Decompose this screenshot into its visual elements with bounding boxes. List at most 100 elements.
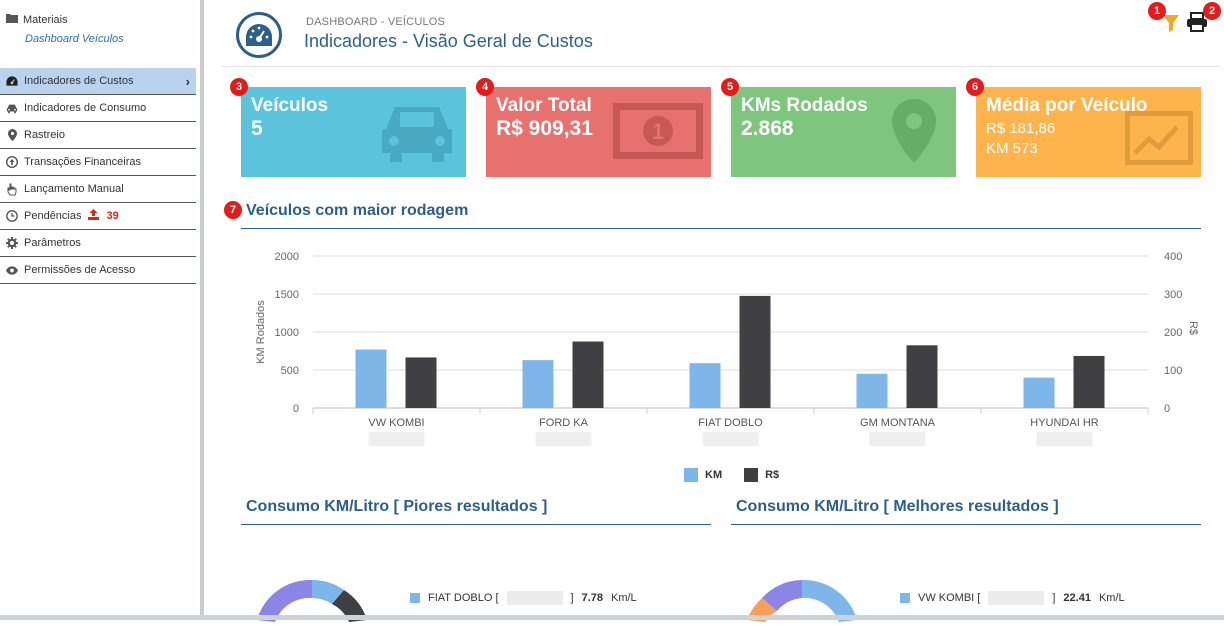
consumo-piores-list: FIAT DOBLO [ ] 7.78 Km/L [410,588,637,608]
card-kms-rodados[interactable]: KMs Rodados 2.868 [731,87,956,177]
sidebar-sub-link[interactable]: Dashboard Veículos [25,33,124,45]
breadcrumb: DASHBOARD - VEÍCULOS [306,16,446,28]
sidebar-item-label: Transações Financeiras [24,156,141,168]
sidebar-top-crumb[interactable]: Materiais [6,13,68,26]
card-value: R$ 909,31 [496,117,593,140]
redacted-plate [1036,432,1093,446]
y-tick-label: 2000 [275,251,299,263]
annotation-badge: 6 [966,78,984,96]
y-tick-label: 1000 [275,327,299,339]
y2-tick-label: 200 [1164,327,1182,339]
card-media-veiculo[interactable]: Média por Veículo R$ 181,86 KM 573 [976,87,1201,177]
x-tick-label: HYUNDAI HR [1030,417,1099,429]
section-divider [241,524,711,525]
sidebar-item-label: Pendências [24,210,82,222]
y2-axis-label: R$ [1187,321,1199,335]
eye-icon [6,264,18,276]
bar-km [355,349,387,408]
annotation-badge: 5 [721,78,739,96]
header-divider [222,66,1220,67]
redacted-plate [869,432,926,446]
legend-item-km[interactable]: KM [684,468,722,482]
bar-rs [1073,355,1105,408]
consumo-value: 22.41 [1063,592,1091,604]
card-value: 2.868 [741,117,794,140]
card-title: Veículos [251,95,329,116]
bar-rs [906,345,938,408]
y2-tick-label: 100 [1164,365,1182,377]
x-tick-label: VW KOMBI [368,417,424,429]
sidebar-item-parametros[interactable]: Parâmetros [0,230,196,257]
bar-km [856,373,888,408]
consumo-unit: Km/L [610,592,637,604]
vehicle-label: FIAT DOBLO [ [428,592,499,604]
sidebar-item-pendencias[interactable]: Pendências 39 [0,203,196,230]
bar-rs [572,341,604,408]
card-title: Média por Veículo [986,95,1148,116]
card-line-km: KM 573 [986,140,1038,157]
legend-swatch [684,468,698,482]
redacted-plate [506,591,563,605]
sidebar-item-label: Rastreio [24,129,65,141]
card-veiculos[interactable]: Veículos 5 [241,87,466,177]
hand-pointer-icon [6,183,18,195]
legend-item-rs[interactable]: R$ [744,468,779,482]
card-title: Valor Total [496,95,592,116]
bar-rs [739,295,771,408]
legend-label: KM [705,469,723,481]
annotation-badge: 2 [1203,2,1221,20]
bracket-close: ] [570,592,574,604]
legend-swatch [410,593,420,603]
bar-km [1023,377,1055,408]
section-title-piores: Consumo KM/Litro [ Piores resultados ] [246,498,548,515]
annotation-badge: 4 [476,78,494,96]
sidebar-splitter[interactable] [200,0,204,620]
list-item[interactable]: FIAT DOBLO [ ] 7.78 Km/L [410,588,637,608]
list-item[interactable]: VW KOMBI [ ] 22.41 Km/L [900,588,1125,608]
consumo-value: 7.78 [581,592,603,604]
sidebar-item-label: Indicadores de Consumo [24,102,147,114]
y2-tick-label: 300 [1164,289,1182,301]
upload-alert-icon [87,209,99,223]
pendencias-count: 39 [106,210,119,222]
card-value: 5 [251,117,263,140]
circle-arrow-icon [6,156,18,168]
x-tick-label: FORD KA [539,417,589,429]
bar-rs [405,357,437,408]
y-tick-label: 1500 [275,289,299,301]
card-title: KMs Rodados [741,95,868,116]
sidebar-item-label: Permissões de Acesso [24,264,136,276]
annotation-badge: 7 [224,201,242,219]
sidebar-item-lancamento[interactable]: Lançamento Manual [0,176,196,203]
bar-chart-svg: 0 500 1000 1500 2000 0 100 200 300 400 KM Rodados R… [255,251,1199,446]
car-icon [6,102,18,114]
page-title: Indicadores - Visão Geral de Custos [304,31,593,51]
y-tick-label: 0 [293,403,299,415]
sidebar-item-label: Indicadores de Custos [24,75,134,87]
legend-label: R$ [765,469,780,481]
horizontal-scrollbar[interactable] [0,615,1224,620]
chevron-right-icon: › [185,73,190,89]
y-axis-label: KM Rodados [255,300,267,364]
bar-km [689,363,721,408]
sidebar-item-rastreio[interactable]: Rastreio [0,122,196,149]
sidebar-item-indicadores-consumo[interactable]: Indicadores de Consumo [0,95,196,122]
sidebar-item-permissoes[interactable]: Permissões de Acesso [0,257,196,284]
y-tick-label: 500 [281,365,299,377]
sidebar-item-transacoes[interactable]: Transações Financeiras [0,149,196,176]
dashboard-icon [6,75,18,87]
consumo-unit: Km/L [1098,592,1125,604]
card-valor-total[interactable]: Valor Total R$ 909,31 1 [486,87,711,177]
y2-tick-label: 400 [1164,251,1182,263]
x-tick-label: FIAT DOBLO [698,417,763,429]
sidebar-top-label: Materiais [23,13,68,26]
legend-swatch [900,593,910,603]
sidebar-item-indicadores-custos[interactable]: Indicadores de Custos › [0,68,196,95]
y2-tick-label: 0 [1164,403,1170,415]
sidebar-item-label: Parâmetros [24,237,81,249]
folder-icon [6,13,18,26]
x-tick-label: GM MONTANA [860,417,936,429]
bar-km [522,360,554,408]
section-title: Veículos com maior rodagem [246,202,469,219]
redacted-plate [702,432,759,446]
